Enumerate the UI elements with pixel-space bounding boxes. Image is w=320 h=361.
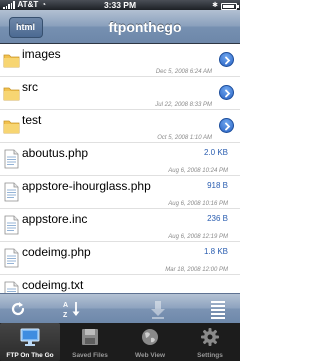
document-icon [3,182,20,202]
monitor-icon [20,327,40,347]
file-row[interactable]: appstore.inc 236 B Aug 6, 2008 12:19 PM [0,209,240,242]
file-size: 2.0 KB [203,148,228,157]
file-size: 1.8 KB [203,247,228,256]
file-list: images Dec 5, 2008 6:24 AM src Jul 22, 2008… [0,44,240,293]
folder-icon [3,83,20,103]
modified-date: Aug 6, 2008 10:24 PM [168,168,228,174]
file-row[interactable]: aboutus.php 2.0 KB Aug 6, 2008 10:24 PM [0,143,240,176]
document-icon [3,149,20,169]
file-row[interactable]: codeimg.php 1.8 KB Mar 18, 2008 12:00 PM [0,242,240,275]
tab-ftp-on-the-go[interactable]: FTP On The Go [0,323,60,361]
tab-bar: FTP On The Go Saved Files Web View Setti… [0,323,240,361]
globe-icon [140,327,160,347]
download-icon[interactable] [148,299,168,319]
file-name: appstore-ihourglass.php [22,179,151,193]
disk-icon [80,327,100,347]
toolbar: A Z [0,293,240,323]
document-icon [3,248,20,268]
folder-row[interactable]: images Dec 5, 2008 6:24 AM [0,44,240,77]
back-button[interactable]: html [9,17,43,38]
modified-date: Oct 5, 2008 1:10 AM [157,135,212,141]
tab-settings[interactable]: Settings [180,323,240,361]
file-name: images [22,47,61,61]
tab-label: Settings [197,352,223,359]
modified-date: Aug 6, 2008 10:16 PM [168,201,228,207]
navigation-bar: html ftponthego [0,10,240,44]
file-row[interactable]: appstore-ihourglass.php 918 B Aug 6, 2008 … [0,176,240,209]
file-name: codeimg.txt [22,278,84,292]
file-name: src [22,80,38,94]
page-title: ftponthego [108,19,182,35]
tab-label: Saved Files [72,352,108,359]
tab-saved-files[interactable]: Saved Files [60,323,120,361]
sort-icon[interactable]: A Z [62,299,82,319]
disclosure-button[interactable] [219,118,234,133]
file-name: aboutus.php [22,146,89,160]
file-name: codeimg.php [22,245,91,259]
status-bar: AT&T ◔ 3:33 PM ✱ [0,0,240,10]
file-size: 236 B [207,214,228,223]
document-icon [3,215,20,235]
modified-date: Mar 18, 2008 12:00 PM [165,267,228,273]
modified-date: Aug 6, 2008 12:19 PM [168,234,228,240]
file-size: 918 B [207,181,228,190]
modified-date: Jul 22, 2008 8:33 PM [155,102,212,108]
svg-text:A: A [63,302,68,309]
disclosure-button[interactable] [219,85,234,100]
modified-date: Dec 5, 2008 6:24 AM [155,69,212,75]
folder-icon [3,116,20,136]
folder-row[interactable]: test Oct 5, 2008 1:10 AM [0,110,240,143]
gear-icon [200,327,220,347]
tab-label: Web View [134,352,166,359]
folder-icon [3,50,20,70]
file-name: test [22,113,42,127]
refresh-icon[interactable] [8,299,28,319]
disclosure-button[interactable] [219,52,234,67]
tab-label: FTP On The Go [6,352,54,359]
file-name: appstore.inc [22,212,88,226]
svg-text:Z: Z [63,312,68,319]
list-icon[interactable] [208,299,228,319]
file-row[interactable]: codeimg.txt [0,275,240,293]
tab-web-view[interactable]: Web View [120,323,180,361]
document-icon [3,281,20,293]
status-time: 3:33 PM [103,0,137,10]
battery-icon [221,2,239,10]
folder-row[interactable]: src Jul 22, 2008 8:33 PM [0,77,240,110]
